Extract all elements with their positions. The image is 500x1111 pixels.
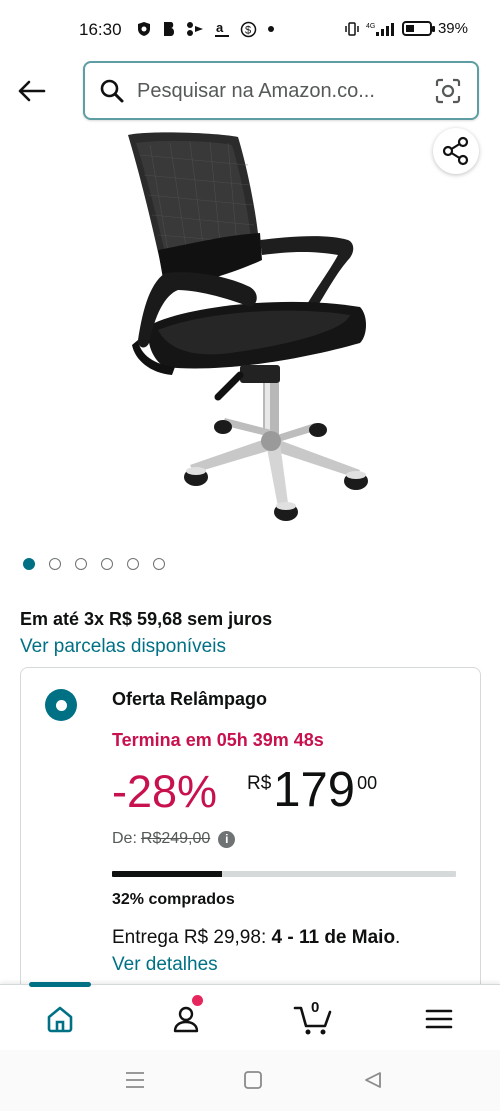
deal-claimed-progress-bar — [112, 871, 456, 877]
price: R$ 179 00 — [247, 766, 377, 815]
dot-icon — [268, 26, 274, 32]
search-bar[interactable]: Pesquisar na Amazon.co... — [83, 61, 479, 120]
shield-icon — [138, 22, 150, 36]
carousel-dot[interactable] — [127, 558, 139, 570]
active-tab-indicator — [29, 982, 91, 987]
price-cents: 00 — [357, 773, 378, 793]
delivery-prefix: Entrega R$ 29,98: — [112, 927, 272, 948]
list-price-label: De: — [112, 830, 137, 847]
b-app-icon — [164, 22, 174, 36]
bottom-navigation: 0 — [0, 982, 500, 1050]
installments-text: Em até 3x R$ 59,68 sem juros — [20, 609, 273, 629]
share-dots-icon — [187, 22, 203, 36]
carousel-dot[interactable] — [49, 558, 61, 570]
nav-menu[interactable] — [414, 999, 464, 1039]
delivery-suffix: . — [395, 927, 401, 948]
lightning-deal-card[interactable]: Oferta Relâmpago Termina em 05h 39m 48s … — [20, 667, 481, 1007]
share-icon — [442, 136, 469, 166]
home-square-icon[interactable] — [243, 1070, 263, 1090]
battery-percent: 39% — [437, 20, 468, 37]
discount-percent: -28% — [112, 766, 218, 817]
back-triangle-icon[interactable] — [363, 1070, 383, 1090]
search-icon — [100, 79, 124, 103]
status-notification-icons: a $ — [136, 20, 275, 38]
share-button[interactable] — [433, 128, 479, 174]
dollar-circle-icon: $ — [240, 21, 257, 37]
price-currency: R$ — [247, 773, 272, 794]
carousel-dot[interactable] — [75, 558, 87, 570]
signal-4g-icon: 4G — [366, 22, 394, 36]
android-navigation-bar — [0, 1050, 500, 1111]
user-icon — [173, 1006, 199, 1033]
price-whole: 179 — [273, 763, 356, 817]
svg-text:4G: 4G — [366, 23, 375, 30]
claimed-text: 32% comprados — [112, 891, 235, 908]
svg-text:a: a — [216, 20, 224, 35]
status-system-icons: 4G 39% — [344, 20, 468, 37]
nav-account[interactable] — [161, 995, 211, 1039]
status-time: 16:30 — [79, 20, 122, 39]
offer-countdown: Termina em 05h 39m 48s — [112, 730, 324, 750]
home-icon — [47, 1006, 73, 1033]
offer-title: Oferta Relâmpago — [112, 689, 268, 709]
cart-count: 0 — [311, 999, 320, 1016]
progress-fill — [112, 871, 223, 877]
vibrate-icon — [345, 21, 359, 36]
carousel-dot[interactable] — [153, 558, 165, 570]
back-button[interactable] — [14, 76, 48, 106]
carousel-dot[interactable] — [23, 558, 35, 570]
hamburger-menu-icon — [425, 1009, 453, 1029]
details-link[interactable]: Ver detalhes — [112, 954, 218, 976]
camera-scan-icon[interactable] — [434, 77, 462, 105]
list-price-value: R$249,00 — [140, 830, 211, 847]
notification-badge — [192, 995, 203, 1006]
product-image[interactable] — [110, 125, 400, 535]
battery-icon — [401, 21, 435, 36]
delivery-info: Entrega R$ 29,98: 4 - 11 de Maio. — [112, 927, 400, 949]
arrow-left-icon — [18, 80, 46, 102]
offer-radio-button[interactable] — [45, 689, 77, 721]
nav-cart[interactable]: 0 — [288, 999, 338, 1039]
status-bar: 16:30 a $ 4G 39% — [0, 0, 500, 62]
svg-text:$: $ — [245, 24, 251, 36]
info-icon[interactable]: i — [218, 830, 236, 848]
carousel-dot[interactable] — [101, 558, 113, 570]
image-carousel-dots — [23, 558, 165, 570]
nav-home[interactable] — [35, 999, 85, 1039]
installments-link[interactable]: Ver parcelas disponíveis — [20, 636, 226, 658]
search-input[interactable]: Pesquisar na Amazon.co... — [137, 80, 375, 103]
amazon-a-icon: a — [215, 20, 229, 37]
recents-menu-icon[interactable] — [124, 1070, 146, 1090]
list-price: De: R$249,00 i — [112, 830, 236, 848]
delivery-dates: 4 - 11 de Maio — [271, 927, 396, 948]
